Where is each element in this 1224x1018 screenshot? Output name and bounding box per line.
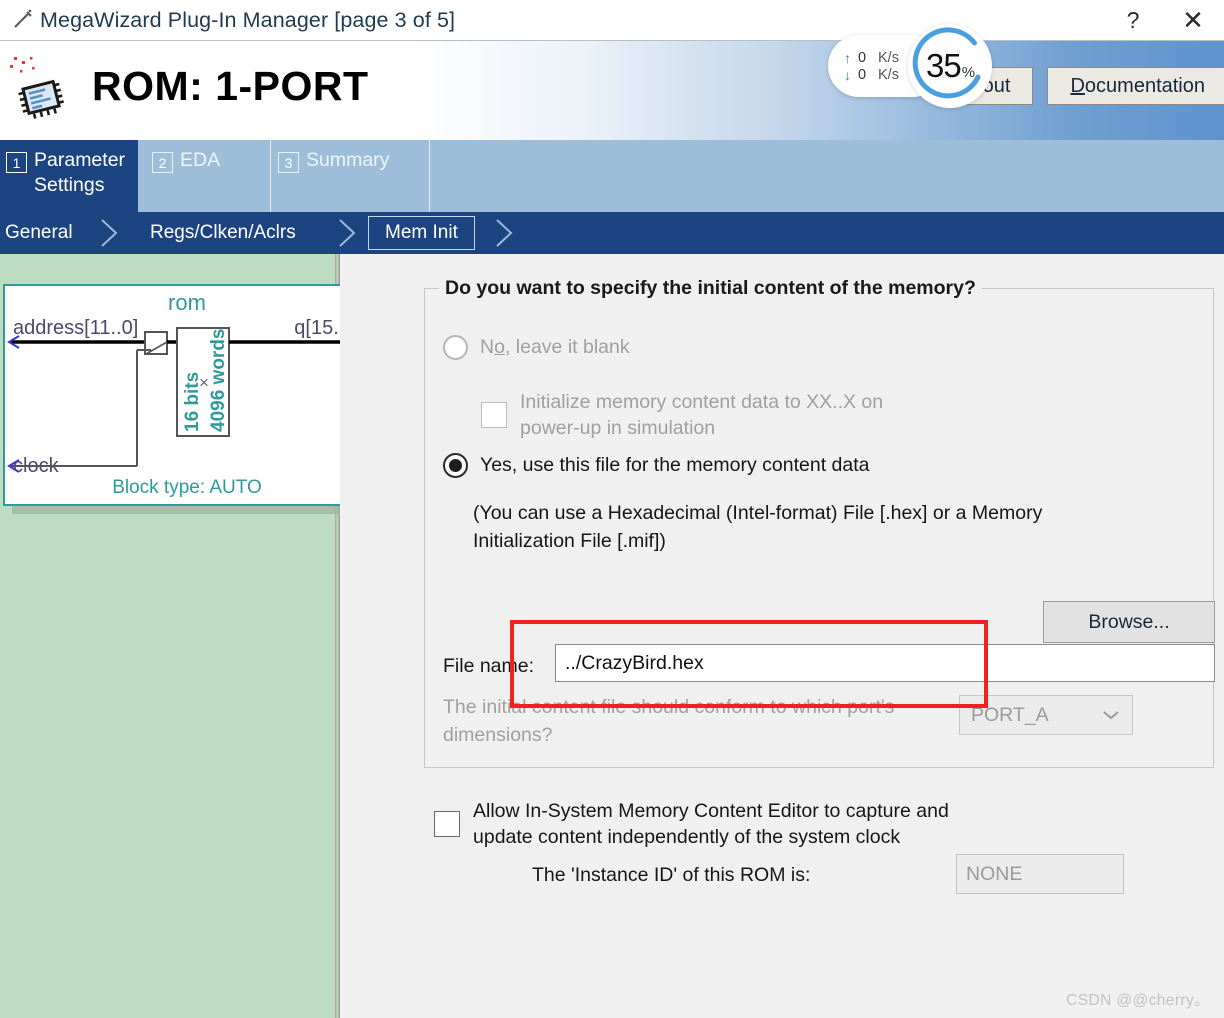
chevron-right-icon-2 [338, 218, 358, 248]
chevron-right-icon-3 [495, 218, 515, 248]
browse-button[interactable]: Browse... [1043, 601, 1215, 643]
close-icon[interactable]: ✕ [1162, 0, 1224, 40]
radio-yes-use-file[interactable]: Yes, use this file for the memory conten… [443, 453, 870, 478]
diagram-mem-depth: 4096 words [208, 329, 229, 433]
radio-no-indicator [443, 335, 468, 360]
cpu-progress-indicator[interactable]: 35 % [908, 24, 992, 108]
file-name-input[interactable]: ../CrazyBird.hex [555, 644, 1215, 682]
progress-value: 35 [925, 47, 962, 84]
checkbox-allow-editor-box [434, 811, 460, 837]
product-header: ROM: 1-PORT About Documentation [0, 40, 1224, 140]
download-arrow-icon: ↓ [844, 66, 851, 83]
breadcrumb-regs-clken-aclrs[interactable]: Regs/Clken/Aclrs [150, 212, 296, 254]
rom-block-diagram: rom address[11..0] q[15..0] clock Block … [3, 284, 371, 506]
page-title: ROM: 1-PORT [92, 63, 369, 109]
window-titlebar: MegaWizard Plug-In Manager [page 3 of 5]… [0, 0, 1224, 40]
tab-summary[interactable]: 3 Summary [272, 140, 430, 212]
chip-icon [8, 55, 78, 127]
diagram-block-type: Block type: AUTO [112, 477, 262, 498]
tab-label-parameter-settings: Parameter Settings [34, 149, 126, 196]
port-select[interactable]: PORT_A [959, 695, 1133, 735]
file-format-hint: (You can use a Hexadecimal (Intel-format… [473, 502, 1043, 552]
progress-unit: % [961, 64, 975, 81]
diagram-block-name: rom [168, 290, 206, 315]
instance-id-label: The 'Instance ID' of this ROM is: [532, 864, 811, 886]
download-value: 0 [858, 66, 867, 83]
upload-unit: K/s [878, 49, 899, 66]
upload-value: 0 [858, 49, 867, 66]
diagram-input-address: address[11..0] [13, 317, 138, 339]
window-controls: ? ✕ [1104, 0, 1224, 40]
checkbox-init-xx[interactable]: Initialize memory content data to XX..X … [481, 389, 883, 441]
main-content-panel: Do you want to specify the initial conte… [340, 254, 1224, 1018]
groupbox-title: Do you want to specify the initial conte… [439, 277, 982, 300]
wand-icon [6, 8, 40, 33]
help-button[interactable]: ? [1104, 0, 1162, 40]
download-unit: K/s [878, 66, 899, 83]
file-name-label: File name: [443, 655, 535, 677]
upload-arrow-icon: ↑ [844, 49, 851, 66]
radio-no-accel: o [494, 336, 505, 358]
documentation-rest: ocumentation [1084, 74, 1205, 97]
diagram-mem-separator: × [199, 373, 209, 392]
wizard-tabstrip: 1 Parameter Settings 2 EDA 3 Summary [0, 140, 1224, 212]
tab-parameter-settings[interactable]: 1 Parameter Settings [0, 140, 138, 212]
documentation-button[interactable]: Documentation [1047, 67, 1224, 105]
port-select-value: PORT_A [971, 703, 1049, 726]
chevron-down-icon [1090, 696, 1132, 734]
checkbox-init-xx-box [481, 402, 507, 428]
tab-label-summary: Summary [306, 149, 390, 171]
checkbox-allow-editor-label: Allow In-System Memory Content Editor to… [473, 800, 949, 848]
radio-no-leave-blank[interactable]: No, leave it blank [443, 335, 630, 360]
radio-yes-indicator [443, 453, 468, 478]
radio-no-label: No, leave it blank [480, 335, 630, 360]
checkbox-init-xx-label: Initialize memory content data to XX..X … [520, 391, 884, 439]
breadcrumb-general[interactable]: General [5, 212, 73, 254]
tab-eda[interactable]: 2 EDA [146, 140, 271, 212]
tab-number-2: 2 [152, 152, 173, 173]
port-dimension-question: The initial content file should conform … [443, 696, 895, 746]
progress-readout: 35 % [925, 47, 975, 85]
radio-yes-label: Yes, use this file for the memory conten… [480, 454, 870, 476]
radio-no-text-b: , leave it blank [504, 336, 630, 358]
tab-label-eda: EDA [180, 149, 221, 171]
watermark: CSDN @@cherry。 [1066, 992, 1210, 1009]
checkbox-allow-editor[interactable]: Allow In-System Memory Content Editor to… [434, 798, 949, 850]
window-title: MegaWizard Plug-In Manager [page 3 of 5] [40, 7, 456, 32]
tab-number-3: 3 [278, 152, 299, 173]
breadcrumb-mem-init[interactable]: Mem Init [368, 216, 475, 250]
subtab-breadcrumb: General Regs/Clken/Aclrs Mem Init [0, 212, 1224, 254]
memory-init-groupbox: Do you want to specify the initial conte… [424, 277, 1215, 768]
tab-number-1: 1 [6, 152, 27, 173]
chevron-right-icon-1 [100, 218, 120, 248]
documentation-accel: D [1070, 74, 1085, 97]
instance-id-input[interactable]: NONE [956, 854, 1124, 894]
radio-no-text-a: N [480, 336, 495, 358]
